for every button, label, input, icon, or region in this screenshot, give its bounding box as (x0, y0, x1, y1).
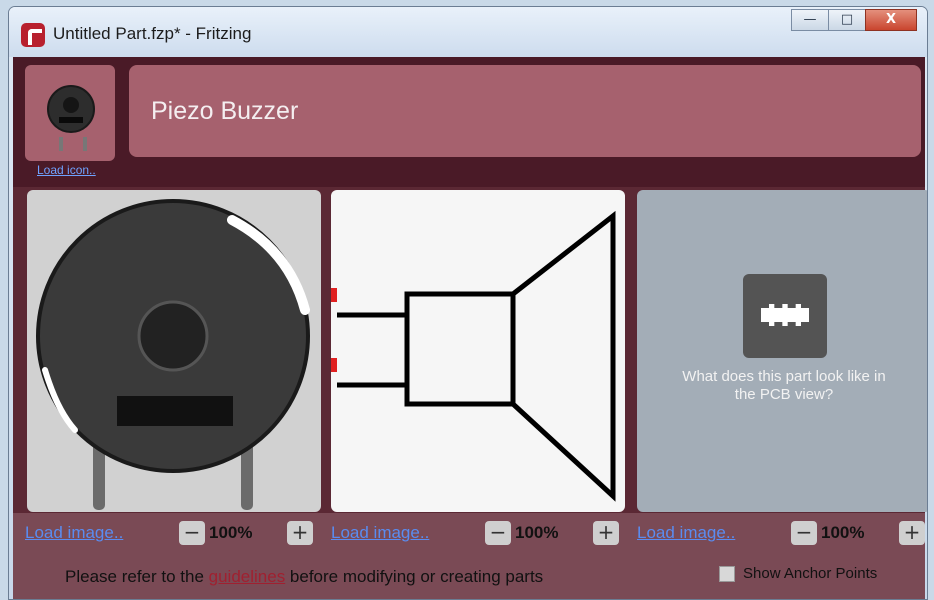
zoom-in-button[interactable]: + (593, 521, 619, 545)
load-image-link[interactable]: Load image.. (637, 523, 735, 543)
breadboard-view[interactable] (27, 190, 321, 512)
window-title: Untitled Part.fzp* - Fritzing (53, 24, 252, 43)
load-image-link[interactable]: Load image.. (331, 523, 429, 543)
zoom-level: 100% (515, 523, 559, 542)
fritzing-app-icon (21, 23, 45, 47)
show-anchor-points-option[interactable]: Show Anchor Points (719, 565, 878, 583)
pcb-chip-icon (743, 274, 827, 358)
title-bar: Untitled Part.fzp* - Fritzing — □ X (9, 7, 927, 57)
pcb-view[interactable]: What does this part look like in the PCB… (637, 190, 927, 512)
guidelines-suffix: before modifying or creating parts (285, 567, 544, 586)
pcb-controls: Load image.. − 100% + (635, 519, 927, 549)
breadboard-controls: Load image.. − 100% + (23, 519, 323, 549)
zoom-out-button[interactable]: − (485, 521, 511, 545)
minimize-button[interactable]: — (791, 9, 829, 31)
guidelines-prefix: Please refer to the (65, 567, 209, 586)
part-title: Piezo Buzzer (151, 97, 299, 125)
zoom-in-button[interactable]: + (899, 521, 925, 545)
close-button[interactable]: X (865, 9, 917, 31)
zoom-level: 100% (821, 523, 865, 542)
piezo-buzzer-icon (47, 85, 95, 133)
window-controls: — □ X (791, 9, 917, 31)
parts-editor: Piezo Buzzer Load icon.. What does this … (13, 57, 927, 599)
guidelines-link[interactable]: guidelines (209, 567, 286, 586)
chip-icon (761, 304, 809, 326)
show-anchor-points-label: Show Anchor Points (743, 565, 878, 582)
zoom-level: 100% (209, 523, 253, 542)
buzzer-leg-icon (83, 137, 87, 151)
zoom-out-button[interactable]: − (179, 521, 205, 545)
zoom-out-button[interactable]: − (791, 521, 817, 545)
part-header: Piezo Buzzer Load icon.. (13, 57, 925, 187)
schematic-view[interactable] (331, 190, 625, 512)
load-image-link[interactable]: Load image.. (25, 523, 123, 543)
guidelines-notice: Please refer to the guidelines before mo… (65, 567, 543, 587)
pcb-placeholder-text: What does this part look like in the PCB… (682, 368, 886, 403)
show-anchor-points-checkbox[interactable] (719, 566, 735, 583)
schematic-controls: Load image.. − 100% + (329, 519, 629, 549)
load-icon-link[interactable]: Load icon.. (37, 163, 96, 177)
buzzer-leg-icon (59, 137, 63, 151)
maximize-button[interactable]: □ (828, 9, 866, 31)
schematic-speaker-graphic (331, 210, 616, 502)
part-title-box[interactable]: Piezo Buzzer (129, 65, 921, 157)
part-icon-box[interactable] (25, 65, 115, 161)
fritzing-window: Untitled Part.fzp* - Fritzing — □ X Piez… (8, 6, 928, 600)
zoom-in-button[interactable]: + (287, 521, 313, 545)
breadboard-buzzer-graphic (36, 199, 310, 510)
